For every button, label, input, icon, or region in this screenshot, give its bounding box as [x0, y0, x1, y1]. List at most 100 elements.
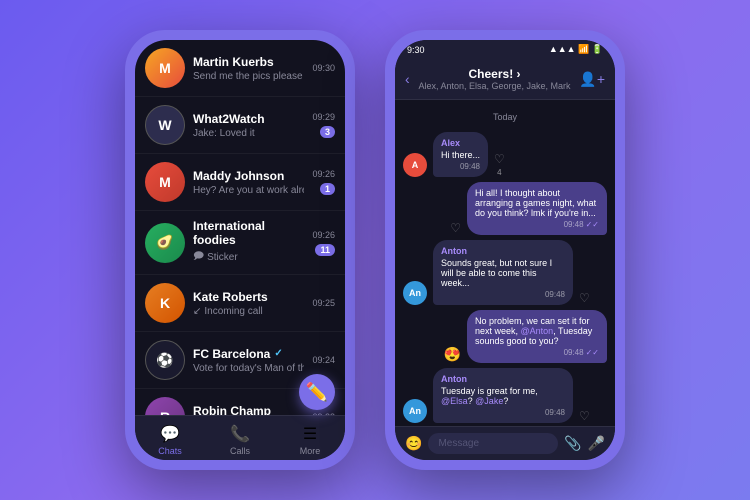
add-member-icon[interactable]: 👤+	[579, 71, 605, 88]
msg-text: Hi there...	[441, 150, 480, 160]
avatar-robin: R	[145, 397, 185, 415]
more-icon: ☰	[303, 424, 317, 444]
chat-name-what2watch: What2Watch	[193, 112, 304, 126]
msg-text: No problem, we can set it for next week,…	[475, 316, 599, 346]
date-divider: Today	[403, 112, 607, 122]
emoji-icon[interactable]: 😊	[405, 435, 422, 452]
chat-name-maddy: Maddy Johnson	[193, 169, 304, 183]
bubble-msg4: No problem, we can set it for next week,…	[467, 310, 607, 363]
avatar-fcb: ⚽	[145, 340, 185, 380]
bubble-msg3: Anton Sounds great, but not sure I will …	[433, 240, 573, 305]
msg-time: 09:48	[441, 408, 565, 417]
nav-chats[interactable]: 💬 Chats	[135, 424, 205, 456]
header-info: Cheers! › Alex, Anton, Elsa, George, Jak…	[418, 67, 572, 91]
chats-icon: 💬	[160, 424, 180, 444]
message-input[interactable]: Message	[428, 433, 558, 454]
bubble-msg1: Alex Hi there... 09:48	[433, 132, 488, 177]
mic-icon[interactable]: 🎤	[588, 435, 605, 452]
call-icon: ↙	[193, 306, 201, 317]
heart-icon[interactable]: ♡	[579, 291, 590, 305]
message-row-msg2: Hi all! I thought about arranging a game…	[403, 182, 607, 235]
check-icon: ✓✓	[586, 348, 599, 357]
msg-avatar: An	[403, 399, 427, 423]
chat-time: 09:24	[312, 355, 335, 365]
like-count: 4	[497, 168, 501, 177]
chat-meta-what2watch: 09:293	[312, 112, 335, 138]
more-label: More	[300, 446, 321, 456]
heart-icon[interactable]: ♡	[579, 409, 590, 423]
chat-meta-kate: 09:25	[312, 298, 335, 308]
chat-preview-kate: ↙ Incoming call	[193, 306, 304, 317]
chat-item-kate[interactable]: K Kate Roberts ↙ Incoming call 09:25	[135, 275, 345, 332]
chat-preview-martin: Send me the pics please	[193, 71, 304, 82]
chat-item-martin[interactable]: M Martin Kuerbs Send me the pics please …	[135, 40, 345, 97]
chat-item-maddy[interactable]: M Maddy Johnson Hey? Are you at work alr…	[135, 154, 345, 211]
message-row-msg1: A Alex Hi there... 09:48 ♡ 4	[403, 132, 607, 177]
chat-info-kate: Kate Roberts ↙ Incoming call	[193, 290, 304, 317]
heart-icon[interactable]: ♡	[494, 152, 505, 166]
sticker-icon: 🗩	[193, 249, 204, 266]
left-phone: M Martin Kuerbs Send me the pics please …	[125, 30, 355, 470]
nav-more[interactable]: ☰ More	[275, 424, 345, 456]
chat-info-fcb: FC Barcelona✓ Vote for today's Man of th…	[193, 347, 304, 374]
chat-info-martin: Martin Kuerbs Send me the pics please	[193, 55, 304, 82]
chat-preview-what2watch: Jake: Loved it	[193, 128, 304, 139]
msg-time: 09:48✓✓	[475, 348, 599, 357]
input-placeholder: Message	[438, 438, 479, 449]
chat-preview-maddy: Hey? Are you at work already? I have som…	[193, 185, 304, 196]
chat-list: M Martin Kuerbs Send me the pics please …	[135, 40, 345, 460]
avatar-martin: M	[145, 48, 185, 88]
messages-area: Today A Alex Hi there... 09:48 ♡ 4 Hi al…	[395, 100, 615, 426]
chat-info-robin: Robin Champ 📷 Photo message	[193, 404, 304, 416]
chat-item-what2watch[interactable]: W What2Watch Jake: Loved it 09:293	[135, 97, 345, 154]
chat-time: 09:30	[312, 63, 335, 73]
verified-icon: ✓	[274, 348, 282, 359]
avatar-what2watch: W	[145, 105, 185, 145]
msg-actions: 😍	[444, 346, 461, 363]
chat-info-maddy: Maddy Johnson Hey? Are you at work alrea…	[193, 169, 304, 196]
compose-button[interactable]: ✏️	[299, 374, 335, 410]
msg-text: Sounds great, but not sure I will be abl…	[441, 258, 565, 288]
msg-text: Hi all! I thought about arranging a game…	[475, 188, 599, 218]
message-row-msg3: An Anton Sounds great, but not sure I wi…	[403, 240, 607, 305]
chat-meta-intl: 09:26 11	[312, 230, 335, 256]
msg-actions: ♡	[450, 221, 461, 235]
chat-time: 09:25	[312, 298, 335, 308]
chat-meta-maddy: 09:26 1	[312, 169, 335, 195]
chat-preview-intl: 🗩 Sticker	[193, 249, 304, 266]
chats-label: Chats	[158, 446, 182, 456]
status-bar: 9:30 ▲▲▲ 📶 🔋	[395, 40, 615, 59]
chat-name-fcb: FC Barcelona✓	[193, 347, 304, 361]
bottom-nav: 💬 Chats 📞 Calls ☰ More	[135, 415, 345, 460]
attach-icon[interactable]: 📎	[564, 435, 581, 452]
msg-avatar: An	[403, 281, 427, 305]
calls-icon: 📞	[230, 424, 250, 444]
group-name: Cheers! ›	[418, 67, 572, 81]
status-icons: ▲▲▲ 📶 🔋	[549, 44, 603, 55]
msg-time: 09:48✓✓	[475, 220, 599, 229]
chat-meta-martin: 09:30	[312, 63, 335, 73]
message-row-msg4: No problem, we can set it for next week,…	[403, 310, 607, 363]
nav-calls[interactable]: 📞 Calls	[205, 424, 275, 456]
unread-badge: 11	[315, 244, 335, 256]
back-button[interactable]: ‹	[405, 71, 410, 87]
status-time: 9:30	[407, 45, 425, 55]
msg-actions: ♡	[579, 409, 590, 423]
msg-sender: Alex	[441, 138, 480, 148]
unread-badge: 1	[320, 183, 335, 195]
chat-preview-fcb: Vote for today's Man of the Match 🏆	[193, 363, 304, 374]
chat-time: 09:26	[312, 169, 335, 179]
chat-name-martin: Martin Kuerbs	[193, 55, 304, 69]
chat-info-what2watch: What2Watch Jake: Loved it	[193, 112, 304, 139]
chat-time: 09:26	[312, 230, 335, 240]
heart-icon[interactable]: ♡	[450, 221, 461, 235]
chat-item-intl[interactable]: 🥑 International foodies 🗩 Sticker 09:261…	[135, 211, 345, 275]
msg-text: Tuesday is great for me, @Elsa? @Jake?	[441, 386, 565, 406]
chat-time: 09:23	[312, 412, 335, 415]
msg-time: 09:48	[441, 290, 565, 299]
msg-sender: Anton	[441, 374, 565, 384]
avatar-intl: 🥑	[145, 223, 185, 263]
chat-name-kate: Kate Roberts	[193, 290, 304, 304]
avatar-maddy: M	[145, 162, 185, 202]
bubble-msg5: Anton Tuesday is great for me, @Elsa? @J…	[433, 368, 573, 423]
